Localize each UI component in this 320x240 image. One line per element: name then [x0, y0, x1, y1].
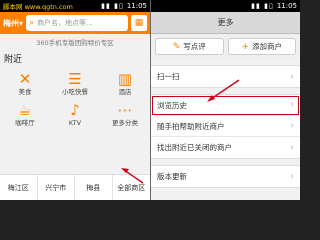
area-tabs: 梅江区 兴宁市 梅县 全部商区 — [0, 174, 150, 200]
watermark-text: 脚本网 www.qgtn.com — [3, 3, 73, 11]
search-header: 梅州▾ ⌕ 商户名，地点等... ▦ — [0, 12, 150, 34]
menu-group-2: 浏览历史 › 随手拍帮助附近商户 › 找出附近已关闭的商户 › — [151, 94, 300, 159]
category-hotel[interactable]: ▥ 酒店 — [100, 70, 150, 97]
search-icon: ⌕ — [29, 18, 35, 28]
clock: 11:05 — [126, 2, 147, 10]
menu-item-snap-help[interactable]: 随手拍帮助附近商户 › — [151, 116, 300, 137]
edit-icon: ✎ — [172, 41, 181, 52]
category-grid: ✕ 美食 ☰ 小吃快餐 ▥ 酒店 ☕ 咖啡厅 ♪ KTV ⋯ 更多分类 — [0, 66, 150, 132]
menu-item-scan[interactable]: 扫一扫 › — [151, 66, 300, 87]
right-screen: ▮▮ ▮▯ 11:05 更多 ✎ 写点评 + 添加商户 扫一扫 › 浏览历史 ›… — [150, 0, 300, 200]
banner-text: 360手机专版团购特价专区 — [36, 39, 114, 47]
map-icon[interactable]: ▦ — [131, 15, 147, 31]
category-ktv[interactable]: ♪ KTV — [50, 101, 100, 128]
category-more[interactable]: ⋯ 更多分类 — [100, 101, 150, 128]
page-title: 更多 — [151, 12, 300, 34]
menu-group-1: 扫一扫 › — [151, 65, 300, 88]
area-meixian[interactable]: 梅县 — [75, 175, 113, 200]
nearby-title: 附近 — [4, 54, 23, 65]
category-cafe[interactable]: ☕ 咖啡厅 — [0, 101, 50, 128]
category-snack[interactable]: ☰ 小吃快餐 — [50, 70, 100, 97]
search-input[interactable]: ⌕ 商户名，地点等... — [26, 15, 128, 31]
clock: 11:05 — [276, 2, 297, 10]
chevron-right-icon: › — [290, 171, 294, 182]
chevron-right-icon: › — [290, 71, 294, 82]
left-screen: 脚本网 www.qgtn.com ▮▮ ▮▯ 11:05 梅州▾ ⌕ 商户名，地… — [0, 0, 150, 200]
menu-item-version-update[interactable]: 版本更新 › — [151, 166, 300, 187]
status-bar: ▮▮ ▮▯ 11:05 — [151, 0, 300, 12]
menu-item-closed-merchants[interactable]: 找出附近已关闭的商户 › — [151, 137, 300, 158]
fork-knife-icon: ✕ — [18, 70, 32, 88]
status-bar: 脚本网 www.qgtn.com ▮▮ ▮▯ 11:05 — [0, 0, 150, 12]
write-review-button[interactable]: ✎ 写点评 — [155, 38, 224, 55]
chevron-right-icon: › — [290, 121, 294, 131]
more-dots-icon: ⋯ — [117, 101, 133, 119]
action-buttons: ✎ 写点评 + 添加商户 — [151, 34, 300, 59]
add-merchant-button[interactable]: + 添加商户 — [227, 38, 296, 55]
area-xingning[interactable]: 兴宁市 — [38, 175, 75, 200]
coffee-icon: ☕ — [18, 101, 32, 119]
category-food[interactable]: ✕ 美食 — [0, 70, 50, 97]
hotel-icon: ▥ — [117, 70, 133, 88]
menu-group-3: 版本更新 › — [151, 165, 300, 188]
search-placeholder: 商户名，地点等... — [37, 19, 93, 27]
chevron-right-icon: › — [290, 142, 294, 153]
menu-item-browse-history[interactable]: 浏览历史 › — [151, 95, 300, 116]
signal-icon: ▮▮ ▮▯ — [251, 2, 274, 10]
city-selector[interactable]: 梅州▾ — [3, 18, 23, 29]
burger-icon: ☰ — [68, 70, 82, 88]
promo-banner[interactable]: 360手机专版团购特价专区 — [0, 34, 150, 50]
area-meijiang[interactable]: 梅江区 — [0, 175, 38, 200]
signal-icon: ▮▮ ▮▯ — [101, 2, 124, 10]
chevron-right-icon: › — [290, 100, 294, 110]
microphone-icon: ♪ — [70, 101, 80, 119]
plus-icon: + — [241, 41, 250, 52]
area-all[interactable]: 全部商区 — [113, 175, 151, 200]
